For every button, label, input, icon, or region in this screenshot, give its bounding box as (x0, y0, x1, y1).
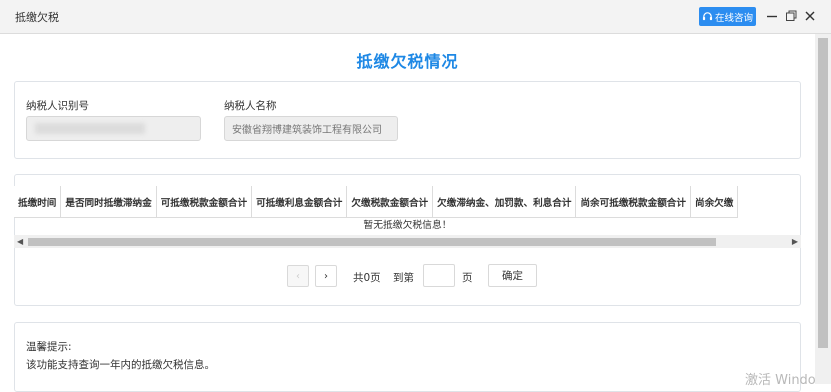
page-number-input[interactable] (423, 264, 455, 287)
vertical-scrollbar-thumb[interactable] (818, 38, 828, 348)
minimize-icon (767, 15, 777, 18)
column-header: 欠缴税款金额合计 (346, 186, 434, 218)
page-title: 抵缴欠税情况 (356, 52, 459, 71)
restore-icon (786, 10, 797, 21)
goto-label: 到第 (393, 272, 414, 284)
data-table: 抵缴时间 是否同时抵缴滞纳金 可抵缴税款金额合计 可抵缴利息金额合计 欠缴税款金额合计欠… (14, 186, 739, 218)
close-icon (805, 11, 815, 21)
online-consult-button[interactable]: 在线咨询 (699, 7, 756, 26)
next-page-button[interactable]: › (315, 265, 337, 287)
table-header-row: 抵缴时间 是否同时抵缴滞纳金 可抵缴税款金额合计 可抵缴利息金额合计 欠缴税款金额合计欠… (14, 186, 739, 218)
window-titlebar: 抵缴欠税 在线咨询 (0, 0, 831, 34)
confirm-button[interactable]: 确定 (488, 264, 537, 287)
main-content: 抵缴欠税情况 纳税人识别号 纳税人名称 安徽省翔博建筑装饰工程有限公司 抵缴时间… (0, 34, 815, 392)
tips-title: 温馨提示: (26, 341, 72, 353)
tips-text: 该功能支持查询一年内的抵缴欠税信息。 (26, 359, 215, 371)
prev-page-button[interactable]: ‹ (287, 265, 309, 287)
restore-button[interactable] (783, 8, 799, 24)
taxpayer-name-label: 纳税人名称 (224, 100, 277, 112)
taxpayer-info-panel: 纳税人识别号 纳税人名称 安徽省翔博建筑装饰工程有限公司 (14, 81, 801, 159)
column-header: 可抵缴税款金额合计 (155, 186, 253, 218)
column-header: 尚余欠缴 (689, 186, 739, 218)
taxpayer-id-field (26, 116, 201, 141)
vertical-scrollbar[interactable] (815, 34, 831, 384)
scroll-left-icon[interactable]: ◀ (17, 237, 23, 246)
table-empty-message: 暂无抵缴欠税信息！ (14, 217, 801, 236)
headset-icon (702, 12, 713, 21)
horizontal-scrollbar[interactable]: ◀ ▶ (14, 235, 801, 248)
column-header: 欠缴滞纳金、加罚款、利息合计 (432, 186, 577, 218)
tips-panel: 温馨提示: 该功能支持查询一年内的抵缴欠税信息。 (14, 322, 801, 392)
close-button[interactable] (802, 8, 818, 24)
activation-watermark: 激活 Windo (745, 373, 816, 388)
column-header: 可抵缴利息金额合计 (251, 186, 348, 218)
online-consult-label: 在线咨询 (714, 12, 753, 24)
taxpayer-id-redacted (35, 123, 145, 134)
page-unit-label: 页 (462, 272, 473, 284)
taxpayer-name-field: 安徽省翔博建筑装饰工程有限公司 (224, 116, 398, 141)
total-pages-text: 共0页 (353, 272, 381, 284)
minimize-button[interactable] (764, 8, 780, 24)
window-title: 抵缴欠税 (15, 11, 59, 24)
scroll-right-icon[interactable]: ▶ (792, 237, 798, 246)
taxpayer-name-value: 安徽省翔博建筑装饰工程有限公司 (232, 125, 382, 136)
taxpayer-id-label: 纳税人识别号 (26, 100, 89, 112)
horizontal-scrollbar-thumb[interactable] (28, 238, 716, 246)
column-header: 尚余可抵缴税款金额合计 (575, 186, 691, 218)
chevron-right-icon: › (324, 270, 328, 282)
column-header: 是否同时抵缴滞纳金 (60, 186, 157, 218)
data-table-wrap: 抵缴时间 是否同时抵缴滞纳金 可抵缴税款金额合计 可抵缴利息金额合计 欠缴税款金额合计欠… (14, 186, 801, 218)
chevron-left-icon: ‹ (296, 270, 300, 282)
column-header: 抵缴时间 (14, 186, 62, 218)
